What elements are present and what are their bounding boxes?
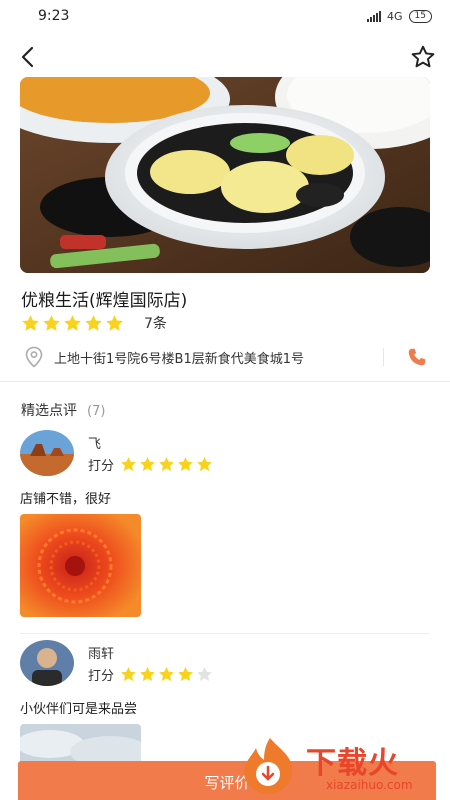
review-rating-stars — [120, 456, 213, 473]
featured-reviews-header: 精选点评 (7) — [21, 400, 105, 420]
review-text: 小伙伴们可是来品尝 — [20, 702, 138, 717]
address-divider — [383, 348, 384, 366]
star-empty-icon — [197, 667, 212, 682]
review-score-row: 打分 — [88, 455, 213, 474]
top-nav — [0, 40, 450, 74]
star-filled-icon — [178, 457, 193, 472]
review-score-row: 打分 — [88, 665, 213, 684]
phone-icon[interactable] — [406, 346, 428, 368]
signal-icon — [367, 10, 382, 22]
status-time: 9:23 — [38, 8, 70, 24]
reviewer-name: 飞 — [88, 437, 102, 452]
shop-review-count: 7条 — [144, 316, 167, 332]
star-filled-icon — [64, 314, 81, 331]
map-pin-icon — [25, 346, 43, 368]
flame-logo-icon — [244, 738, 293, 794]
battery-icon: 15 — [408, 9, 432, 23]
star-filled-icon — [159, 457, 174, 472]
star-outline-icon[interactable] — [410, 44, 436, 70]
review-rating-stars — [120, 666, 213, 683]
star-filled-icon — [178, 667, 193, 682]
shop-hero-image — [20, 77, 430, 273]
avatar[interactable] — [20, 430, 74, 476]
star-filled-icon — [121, 667, 136, 682]
review-text: 店铺不错，很好 — [20, 492, 112, 507]
featured-reviews-count: (7) — [87, 404, 106, 419]
avatar[interactable] — [20, 640, 74, 686]
review-item: 飞 打分 店铺不错，很好 — [20, 430, 430, 634]
address-row: 上地十街1号院6号楼B1层新食代美食城1号 — [20, 340, 430, 374]
star-filled-icon — [85, 314, 102, 331]
star-filled-icon — [22, 314, 39, 331]
star-filled-icon — [140, 667, 155, 682]
star-filled-icon — [43, 314, 60, 331]
review-divider — [20, 633, 430, 634]
shop-rating-row: 7条 — [21, 313, 167, 333]
watermark-brand: 下载火 — [306, 746, 399, 781]
shop-name: 优粮生活(辉煌国际店) — [21, 291, 188, 311]
shop-address: 上地十街1号院6号楼B1层新食代美食城1号 — [54, 351, 305, 367]
review-photo[interactable] — [20, 514, 141, 617]
section-divider — [0, 381, 450, 382]
star-filled-icon — [159, 667, 174, 682]
status-bar: 9:23 4G 15 — [0, 0, 450, 32]
reviewer-name: 雨轩 — [88, 647, 115, 662]
star-filled-icon — [197, 457, 212, 472]
star-filled-icon — [140, 457, 155, 472]
shop-detail-page: 9:23 4G 15 优粮生活(辉煌国际店) 7条 上地十街1号院6号楼B1层新… — [0, 0, 450, 800]
network-type: 4G — [387, 9, 403, 23]
chevron-left-icon[interactable] — [16, 44, 42, 70]
shop-rating-stars — [21, 314, 124, 333]
status-indicators: 4G 15 — [367, 9, 432, 23]
star-filled-icon — [106, 314, 123, 331]
star-filled-icon — [121, 457, 136, 472]
score-label: 打分 — [88, 459, 115, 474]
featured-reviews-title: 精选点评 — [21, 403, 77, 419]
watermark-logo: 下载火 xiazaihuo.com — [234, 734, 444, 796]
watermark-domain: xiazaihuo.com — [326, 778, 413, 792]
score-label: 打分 — [88, 669, 115, 684]
